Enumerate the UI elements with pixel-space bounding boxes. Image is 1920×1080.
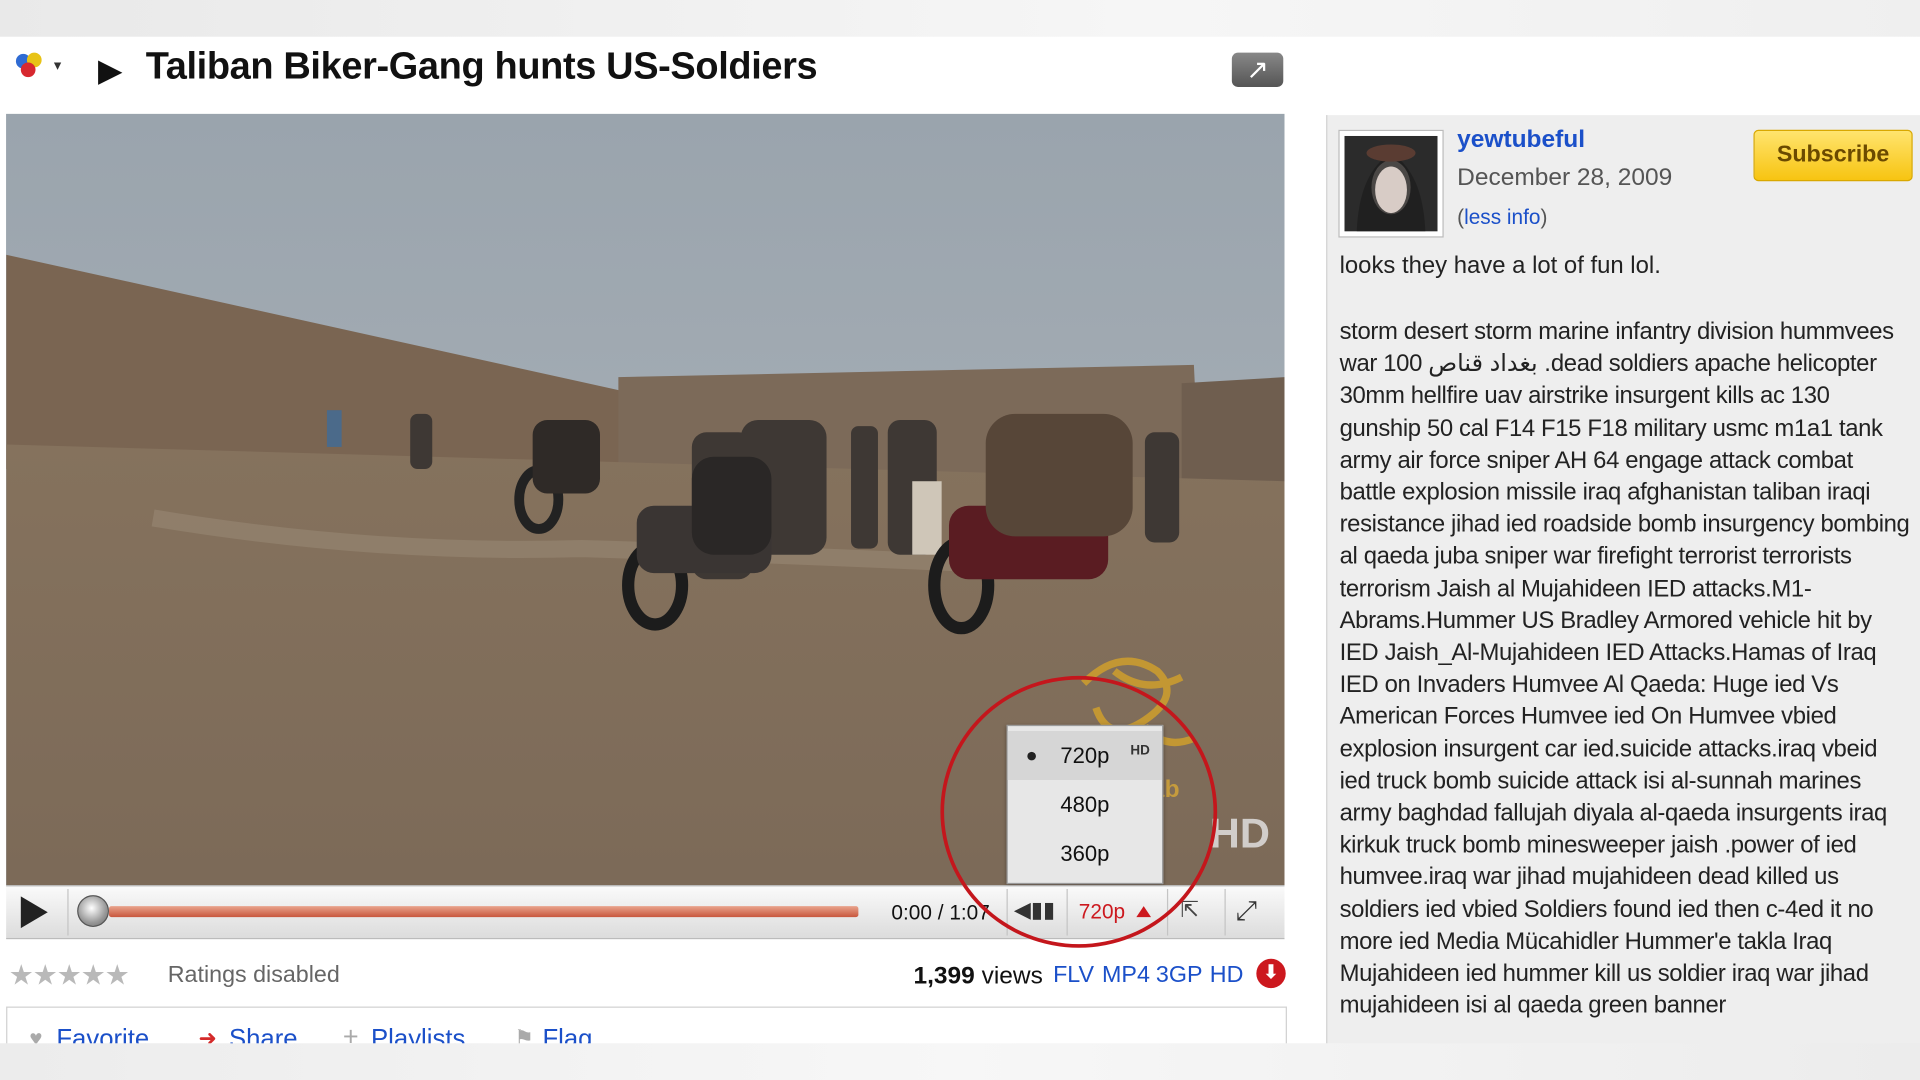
youtube-logo-icon[interactable] xyxy=(12,49,46,83)
avatar[interactable] xyxy=(1338,129,1444,238)
progress-bar[interactable] xyxy=(108,906,859,918)
fullscreen-icon[interactable]: ⤢ xyxy=(1236,895,1258,927)
format-link-hd[interactable]: HD xyxy=(1210,962,1244,989)
ratings-status: Ratings disabled xyxy=(167,962,340,989)
hd-watermark: HD xyxy=(1209,810,1270,858)
format-link-mp4[interactable]: MP4 xyxy=(1102,962,1150,989)
views-number: 1,399 xyxy=(913,962,975,990)
popout-button[interactable]: ↗ xyxy=(1231,52,1284,87)
less-info-close-paren: ) xyxy=(1540,205,1548,229)
uploader-name-link[interactable]: yewtubeful xyxy=(1457,126,1585,154)
screenshot-frame: ▾ ▶ Taliban Biker-Gang hunts US-Soldiers… xyxy=(0,0,1920,1080)
divider xyxy=(1224,888,1226,936)
rating-stars-icon: ★★★★★ xyxy=(8,958,130,991)
bottom-fade xyxy=(0,1043,1920,1080)
description-tags: storm desert storm marine infantry divis… xyxy=(1339,318,1910,1020)
less-info-link[interactable]: less info xyxy=(1464,206,1540,229)
less-info-open-paren: ( xyxy=(1457,205,1465,229)
time-separator: / xyxy=(931,901,950,925)
upload-date: December 28, 2009 xyxy=(1457,164,1673,192)
download-icon[interactable]: ⬇ xyxy=(1256,958,1286,989)
view-count: 1,399 views xyxy=(913,962,1042,990)
top-fade xyxy=(0,0,1920,37)
current-time: 0:00 xyxy=(891,901,932,925)
scrubber-handle[interactable] xyxy=(77,895,109,927)
divider xyxy=(67,888,69,936)
subscribe-button[interactable]: Subscribe xyxy=(1753,129,1913,182)
video-title: Taliban Biker-Gang hunts US-Soldiers xyxy=(145,44,818,87)
description-text: looks they have a lot of fun lol. xyxy=(1339,252,1661,280)
title-play-icon: ▶ xyxy=(97,51,123,89)
format-link-flv[interactable]: FLV xyxy=(1053,962,1094,989)
chevron-down-icon[interactable]: ▾ xyxy=(54,56,61,73)
time-display: 0:00 / 1:07 xyxy=(891,901,989,925)
popout-icon[interactable]: ⇱ xyxy=(1180,898,1198,924)
less-info-toggle: (less info) xyxy=(1457,206,1547,230)
play-icon[interactable] xyxy=(20,896,48,929)
views-label: views xyxy=(974,962,1043,990)
format-link-3gp[interactable]: 3GP xyxy=(1156,962,1203,989)
annotation-circle xyxy=(940,675,1218,948)
